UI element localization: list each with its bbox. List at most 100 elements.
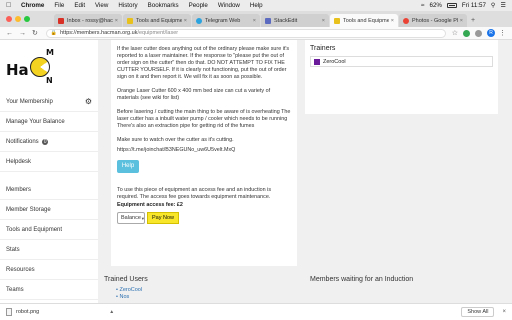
- download-item[interactable]: robot.png ▲: [6, 308, 114, 316]
- tab-telegram[interactable]: Telegram Web ×: [192, 14, 260, 27]
- close-icon[interactable]: ×: [502, 309, 506, 315]
- trained-users-section: Trained Users ZeroCool Nos: [104, 276, 294, 301]
- address-bar[interactable]: 🔒 https://members.hacman.org.uk/equipmen…: [45, 28, 446, 38]
- lock-icon[interactable]: 🔒: [51, 30, 57, 36]
- battery-icon[interactable]: [446, 3, 457, 8]
- sidebar-item-label: Tools and Equipment: [6, 226, 63, 233]
- close-tab-icon[interactable]: ×: [322, 18, 325, 24]
- sidebar-item-label: Helpdesk: [6, 158, 32, 165]
- help-button[interactable]: Help: [117, 160, 139, 173]
- sidebar-item-stats[interactable]: Stats: [0, 240, 98, 260]
- sidebar-item-label: Notifications: [6, 138, 39, 145]
- sidebar-item-resources[interactable]: Resources: [0, 260, 98, 280]
- zoom-window-button[interactable]: [24, 16, 30, 22]
- sidebar-item-member-storage[interactable]: Member Storage: [0, 200, 98, 220]
- sidebar-item-tools-equipment[interactable]: Tools and Equipment: [0, 220, 98, 240]
- logo-text-n: N: [46, 76, 53, 85]
- url-path: /equipment/laser: [137, 30, 179, 36]
- trained-users-list: ZeroCool Nos: [116, 287, 294, 301]
- profile-avatar[interactable]: R: [487, 29, 495, 37]
- file-icon: [6, 308, 12, 316]
- sidebar-item-label: Teams: [6, 286, 24, 293]
- menu-people[interactable]: People: [189, 2, 208, 9]
- induction-waiting-heading: Members waiting for an Induction: [310, 276, 414, 283]
- overheating-warning-text: Before lasering / cutting the main thing…: [117, 109, 291, 129]
- tab-inbox[interactable]: Inbox - rossy@hacm ×: [54, 14, 122, 27]
- trainers-panel: Trainers ZeroCool: [305, 40, 498, 114]
- sidebar-item-label: Member Storage: [6, 206, 51, 213]
- hacman-icon: [334, 17, 340, 24]
- sidebar-item-label: Resources: [6, 266, 35, 273]
- minimize-window-button[interactable]: [15, 16, 21, 22]
- sidebar-item-label: Members: [6, 186, 32, 193]
- list-item[interactable]: Nos: [116, 294, 294, 301]
- close-tab-icon[interactable]: ×: [184, 18, 187, 24]
- back-arrow-icon[interactable]: ←: [6, 30, 13, 37]
- maintenance-warning-text: If the laser cutter does anything out of…: [117, 46, 290, 80]
- mac-menu-bar:  Chrome File Edit View History Bookmark…: [0, 0, 512, 11]
- telegram-link[interactable]: https://t.me/joinchat/B3NEGUNo_uw6U5velt…: [117, 147, 291, 154]
- sidebar-item-label: Manage Your Balance: [6, 118, 65, 125]
- sidebar-item-helpdesk[interactable]: Helpdesk: [0, 152, 98, 172]
- menu-list-icon[interactable]: ☰: [500, 2, 506, 9]
- tab-tools-equipment[interactable]: Tools and Equipment ×: [123, 14, 191, 27]
- google-photos-icon: [403, 17, 409, 24]
- sidebar-item-teams[interactable]: Teams: [0, 280, 98, 300]
- menu-view[interactable]: View: [95, 2, 108, 9]
- web-page: Ha M N Your Membership ⚙ Manage Your Bal…: [0, 40, 512, 303]
- forward-arrow-icon[interactable]: →: [19, 30, 26, 37]
- stackedit-icon: [265, 17, 271, 24]
- sidebar-item-notifications[interactable]: Notifications 0: [0, 132, 98, 152]
- menu-bookmarks[interactable]: Bookmarks: [148, 2, 179, 9]
- pacman-icon: [30, 57, 50, 77]
- tab-title: Photos - Google Photo: [412, 17, 458, 24]
- browser-toolbar: ← → ↻ 🔒 https://members.hacman.org.uk/eq…: [0, 27, 512, 40]
- menu-history[interactable]: History: [118, 2, 137, 9]
- sidebar-item-manage-balance[interactable]: Manage Your Balance: [0, 112, 98, 132]
- payment-method-select[interactable]: Balance ▼: [117, 212, 145, 224]
- notification-count-badge: 0: [41, 138, 49, 145]
- clock[interactable]: Fri 11:57: [462, 2, 486, 9]
- pay-now-button[interactable]: Pay Now: [147, 212, 179, 224]
- list-item[interactable]: ZeroCool: [116, 287, 294, 294]
- close-tab-icon[interactable]: ×: [253, 18, 256, 24]
- tab-title: Tools and Equipment: [136, 17, 182, 24]
- chevron-down-icon: ▼: [140, 215, 145, 221]
- trainer-item[interactable]: ZeroCool: [310, 56, 493, 67]
- extension-icon[interactable]: [463, 29, 470, 37]
- sidebar-item-members[interactable]: Members: [0, 180, 98, 200]
- wifi-icon[interactable]: ≈: [421, 2, 424, 9]
- new-tab-button[interactable]: +: [471, 17, 475, 24]
- tab-google-photos[interactable]: Photos - Google Photo ×: [399, 14, 467, 27]
- close-tab-icon[interactable]: ×: [391, 18, 394, 24]
- gear-icon[interactable]: ⚙: [85, 97, 92, 106]
- status-area: ≈ 62% Fri 11:57 ⚲ ☰: [421, 2, 506, 9]
- telegram-icon: [196, 17, 202, 24]
- bookmark-star-icon[interactable]: ☆: [452, 29, 458, 37]
- tab-title: Telegram Web: [205, 17, 241, 24]
- apple-icon[interactable]: : [6, 2, 13, 9]
- close-tab-icon[interactable]: ×: [460, 18, 463, 24]
- reload-icon[interactable]: ↻: [32, 29, 38, 37]
- menu-window[interactable]: Window: [218, 2, 240, 9]
- close-tab-icon[interactable]: ×: [115, 18, 118, 24]
- tab-stackedit[interactable]: StackEdit ×: [261, 14, 329, 27]
- sidebar-item-label: Your Membership: [6, 98, 53, 105]
- hackspace-logo[interactable]: Ha M N: [6, 48, 66, 90]
- menu-edit[interactable]: Edit: [74, 2, 85, 9]
- menu-help[interactable]: Help: [250, 2, 263, 9]
- show-all-downloads-button[interactable]: Show All: [461, 307, 495, 317]
- hacman-icon: [127, 17, 133, 24]
- menu-app-chrome[interactable]: Chrome: [21, 2, 44, 9]
- tab-tools-equipment-active[interactable]: Tools and Equipment ×: [330, 14, 398, 27]
- chevron-up-icon[interactable]: ▲: [109, 309, 114, 315]
- menu-file[interactable]: File: [54, 2, 64, 9]
- sidebar-item-your-membership[interactable]: Your Membership ⚙: [0, 92, 98, 112]
- sidebar-item-label: Stats: [6, 246, 20, 253]
- more-menu-icon[interactable]: ⋮: [499, 29, 506, 37]
- extension-icon[interactable]: [475, 29, 482, 37]
- search-icon[interactable]: ⚲: [491, 2, 496, 9]
- url-domain: https://members.hacman.org.uk: [60, 30, 138, 36]
- close-window-button[interactable]: [6, 16, 12, 22]
- payment-row: Balance ▼ Pay Now: [117, 212, 291, 224]
